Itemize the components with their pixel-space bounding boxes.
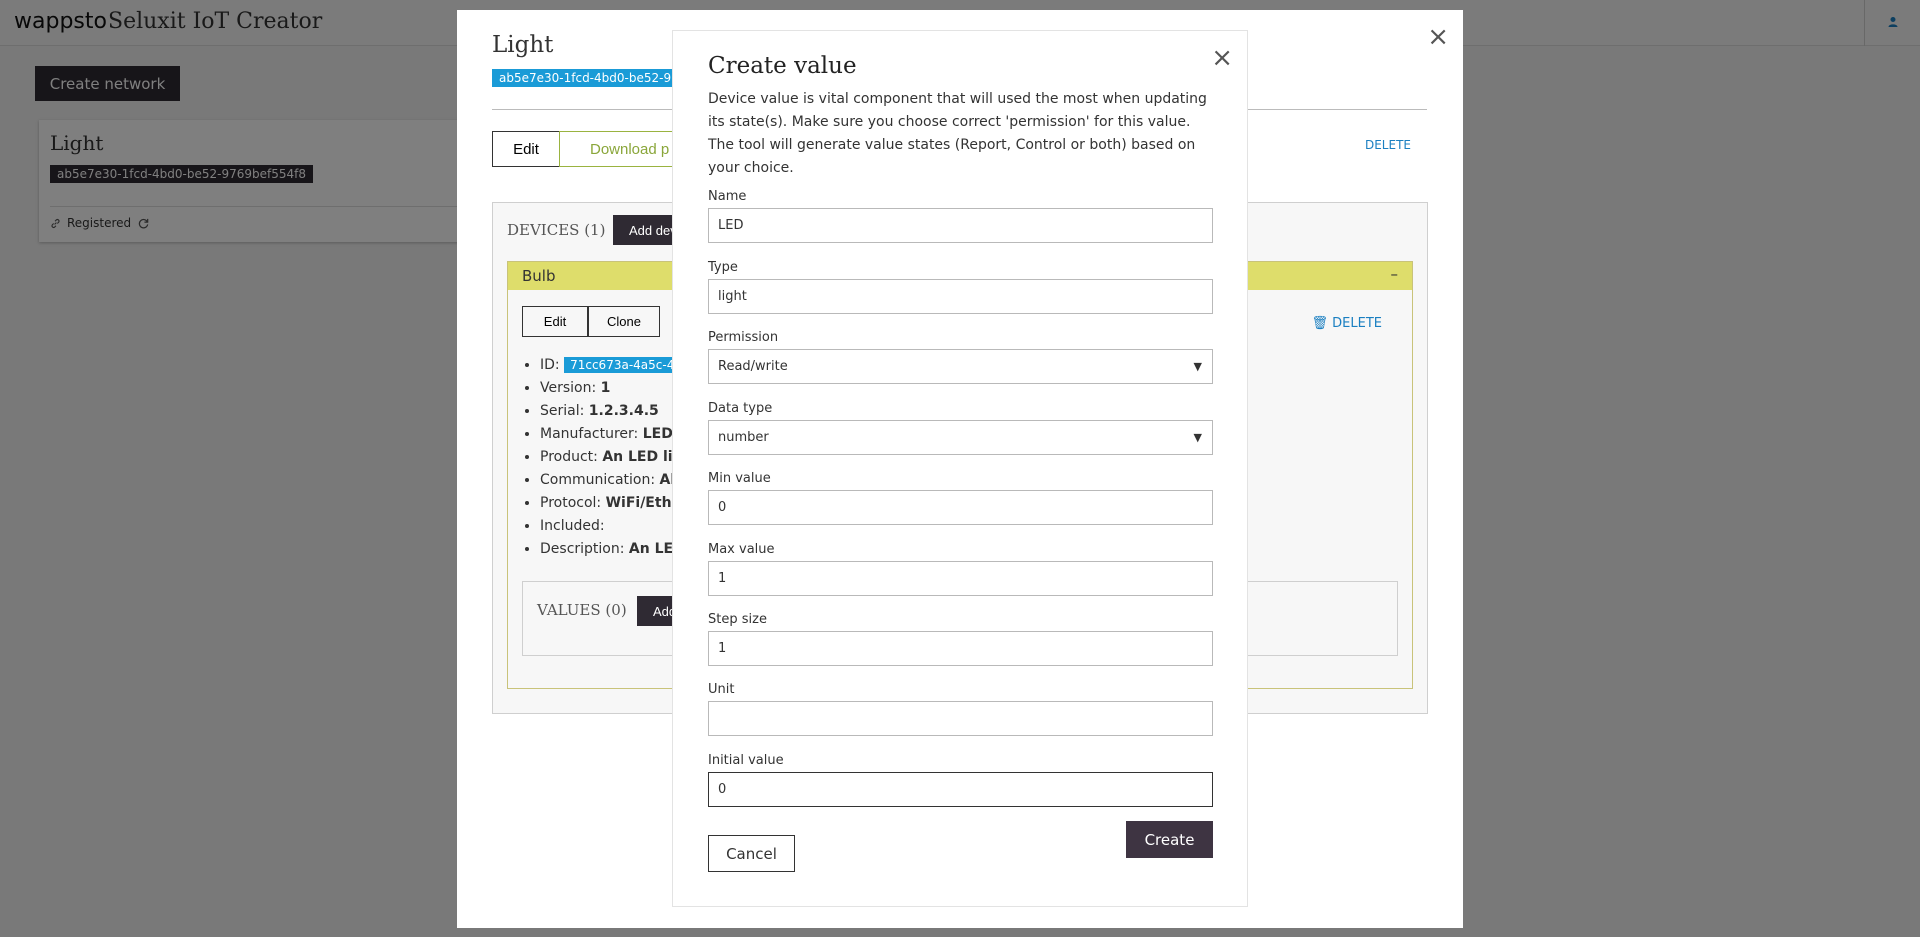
modal-title: Create value [708,53,857,79]
modal-description: Device value is vital component that wil… [708,91,1207,176]
name-input[interactable] [708,208,1213,243]
devices-heading: DEVICES (1) [507,221,606,239]
min-value-input[interactable] [708,490,1213,525]
prop-key: Included: [540,518,605,534]
delete-label: DELETE [1332,316,1382,331]
name-field-group: Name [708,189,1213,243]
permission-field-group: Permission Read/write ▼ [708,330,1213,384]
prop-key: Version: [540,380,597,396]
close-icon[interactable]: × [1211,43,1233,73]
data-type-field-group: Data type number ▼ [708,401,1213,455]
name-label: Name [708,189,747,204]
step-size-field-group: Step size [708,612,1213,666]
permission-select[interactable]: Read/write ▼ [708,349,1213,384]
prop-key: Serial: [540,403,585,419]
prop-value: 1 [600,380,611,396]
edit-network-button[interactable]: Edit [492,131,560,167]
network-modal-uuid: ab5e7e30-1fcd-4bd0-be52-9769 [492,69,701,87]
data-type-select[interactable]: number ▼ [708,420,1213,455]
prop-value: 1.2.3.4.5 [588,403,659,419]
step-size-label: Step size [708,612,767,627]
min-value-label: Min value [708,471,771,486]
create-button[interactable]: Create [1126,821,1213,858]
prop-key: Communication: [540,472,656,488]
edit-device-button[interactable]: Edit [522,306,588,337]
close-icon[interactable]: × [1427,22,1449,52]
data-type-value: number [718,430,769,445]
caret-down-icon: ▼ [1193,360,1202,373]
step-size-input[interactable] [708,631,1213,666]
download-label: Download p [590,140,670,158]
delete-network-link[interactable]: DELETE [1365,138,1411,152]
device-name: Bulb [522,267,556,285]
values-heading: VALUES (0) [537,601,627,619]
initial-value-field-group: Initial value [708,753,1213,807]
initial-value-label: Initial value [708,753,784,768]
prop-key: Protocol: [540,495,602,511]
unit-input[interactable] [708,701,1213,736]
download-button[interactable]: Download p [559,131,679,167]
max-value-label: Max value [708,542,775,557]
clone-device-button[interactable]: Clone [588,306,660,337]
type-label: Type [708,260,738,275]
prop-key: Description: [540,541,625,557]
data-type-label: Data type [708,401,773,416]
prop-key: Manufacturer: [540,426,639,442]
unit-label: Unit [708,682,735,697]
min-value-field-group: Min value [708,471,1213,525]
cancel-button[interactable]: Cancel [708,835,795,872]
max-value-input[interactable] [708,561,1213,596]
permission-label: Permission [708,330,779,345]
clone-label: Clone [607,314,641,329]
collapse-icon[interactable]: – [1391,265,1399,283]
permission-value: Read/write [718,359,788,374]
delete-device-link[interactable]: 🗑 DELETE [1312,316,1383,331]
edit-label: Edit [543,314,567,329]
max-value-field-group: Max value [708,542,1213,596]
initial-value-input[interactable] [708,772,1213,807]
prop-key: Product: [540,449,598,465]
trash-icon: 🗑 [1311,316,1329,331]
type-field-group: Type [708,260,1213,314]
create-value-modal: Create value × Device value is vital com… [672,30,1248,907]
type-input[interactable] [708,279,1213,314]
prop-key: ID: [540,357,560,373]
unit-field-group: Unit [708,682,1213,736]
network-modal-title: Light [492,32,554,58]
caret-down-icon: ▼ [1193,431,1202,444]
